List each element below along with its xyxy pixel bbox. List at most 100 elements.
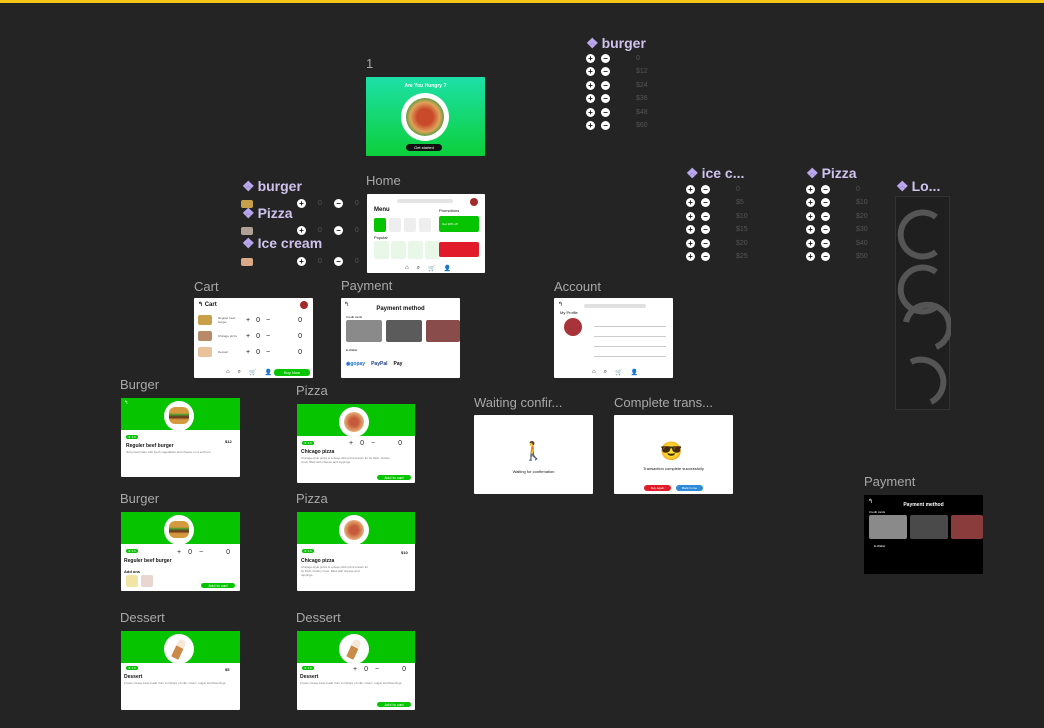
minus-icon[interactable]: − bbox=[601, 54, 610, 63]
minus-button[interactable]: − bbox=[199, 549, 203, 556]
plus-icon[interactable]: + bbox=[686, 238, 695, 248]
gopay-logo[interactable]: ◉gopay bbox=[346, 361, 365, 367]
field-line[interactable] bbox=[594, 326, 666, 327]
profile-icon[interactable]: 👤 bbox=[264, 369, 271, 376]
plus-button[interactable]: + bbox=[177, 549, 181, 556]
add-to-cart-button[interactable]: Add to cart bbox=[201, 583, 235, 588]
waiting-confirmation-screen[interactable]: 🚶 Waiting for confirmation bbox=[474, 415, 593, 494]
applepay-logo[interactable]: Pay bbox=[394, 361, 403, 367]
payment-dark-screen[interactable]: ↰ Payment method Credit cards E-Wallet bbox=[864, 495, 983, 574]
component-label-burger-left[interactable]: ❖ burger bbox=[242, 178, 302, 195]
burger-detail-screen-2[interactable]: ★ 4.5 +0−0 Reguler beef burger Add ons A… bbox=[121, 512, 240, 591]
minus-button[interactable]: − bbox=[266, 317, 270, 324]
cart-icon[interactable]: 🛒 bbox=[615, 369, 622, 376]
credit-card[interactable] bbox=[426, 320, 460, 342]
minus-icon[interactable]: − bbox=[333, 199, 343, 208]
frame-label-payment[interactable]: Payment bbox=[341, 278, 392, 293]
plus-button[interactable]: + bbox=[246, 349, 250, 356]
add-to-cart-button[interactable]: Add to cart bbox=[377, 702, 411, 707]
category-pizza[interactable] bbox=[389, 218, 401, 232]
search-bar[interactable] bbox=[397, 199, 453, 203]
payment-screen[interactable]: ↰ Payment method Credit cards E-Wallet ◉… bbox=[341, 298, 460, 378]
minus-button[interactable]: − bbox=[371, 440, 375, 447]
search-icon[interactable]: ⌕ bbox=[238, 369, 241, 376]
credit-card[interactable] bbox=[869, 515, 907, 539]
minus-button[interactable]: − bbox=[266, 333, 270, 340]
field-line[interactable] bbox=[594, 356, 666, 357]
credit-card[interactable] bbox=[386, 320, 422, 342]
profile-icon[interactable]: 👤 bbox=[443, 265, 450, 272]
minus-icon[interactable]: − bbox=[701, 185, 710, 194]
cart-icon[interactable]: 🛒 bbox=[249, 369, 256, 376]
plus-button[interactable]: + bbox=[349, 440, 353, 447]
minus-button[interactable]: − bbox=[266, 349, 270, 356]
minus-icon[interactable]: − bbox=[601, 121, 610, 130]
plus-button[interactable]: + bbox=[246, 333, 250, 340]
frame-label-1[interactable]: 1 bbox=[366, 56, 373, 71]
back-icon[interactable]: ↰ bbox=[558, 301, 563, 308]
cart-icon[interactable]: 🛒 bbox=[428, 265, 435, 272]
plus-icon[interactable]: + bbox=[297, 199, 306, 208]
credit-card[interactable] bbox=[346, 320, 382, 342]
pizza-detail-screen[interactable]: ★ 4.5 +0−0 Chicago pizza Chicago-style p… bbox=[297, 404, 415, 483]
credit-card[interactable] bbox=[910, 515, 948, 539]
promo-card-2[interactable] bbox=[439, 242, 479, 257]
frame-label-burger-2[interactable]: Burger bbox=[120, 491, 159, 506]
buy-again-button[interactable]: Buy Again bbox=[644, 485, 671, 491]
buy-now-button[interactable]: Buy Now bbox=[274, 369, 310, 376]
profile-icon[interactable]: 👤 bbox=[630, 369, 637, 376]
frame-label-pizza[interactable]: Pizza bbox=[296, 383, 328, 398]
paypal-logo[interactable]: PayPal bbox=[371, 361, 387, 367]
search-icon[interactable]: ⌕ bbox=[604, 369, 607, 376]
minus-icon[interactable]: − bbox=[701, 225, 710, 235]
account-screen[interactable]: ↰ My Profile ⌂ ⌕ 🛒 👤 bbox=[554, 298, 673, 378]
plus-icon[interactable]: + bbox=[806, 252, 815, 261]
plus-icon[interactable]: + bbox=[686, 225, 695, 235]
plus-icon[interactable]: + bbox=[586, 94, 595, 104]
plus-button[interactable]: + bbox=[353, 666, 357, 673]
profile-avatar[interactable] bbox=[564, 318, 582, 336]
minus-icon[interactable]: − bbox=[601, 94, 610, 104]
frame-label-payment-dark[interactable]: Payment bbox=[864, 474, 915, 489]
search-icon[interactable]: ⌕ bbox=[417, 265, 420, 272]
field-line[interactable] bbox=[594, 336, 666, 337]
plus-icon[interactable]: + bbox=[806, 238, 815, 248]
dessert-detail-screen[interactable]: ★ 4.5 $5 Dessert Frozen sweet treat made… bbox=[121, 631, 240, 710]
plus-icon[interactable]: + bbox=[686, 252, 695, 261]
minus-button[interactable]: − bbox=[375, 666, 379, 673]
field-line[interactable] bbox=[594, 346, 666, 347]
minus-icon[interactable]: − bbox=[333, 226, 343, 235]
minus-icon[interactable]: − bbox=[601, 80, 610, 90]
minus-icon[interactable]: − bbox=[333, 257, 343, 266]
minus-icon[interactable]: − bbox=[821, 211, 830, 221]
popular-item[interactable] bbox=[408, 241, 423, 259]
burger-detail-screen[interactable]: ↰ ★ 4.5 Reguler beef burger $12 Juicy be… bbox=[121, 398, 240, 477]
frame-label-cart[interactable]: Cart bbox=[194, 279, 219, 294]
home-icon[interactable]: ⌂ bbox=[405, 265, 409, 272]
home-screen[interactable]: Menu Promotions Get 30% off Popular ⌂ ⌕ 🛒 👤 bbox=[367, 194, 485, 273]
home-icon[interactable]: ⌂ bbox=[226, 369, 230, 376]
loader-frame[interactable] bbox=[895, 196, 953, 410]
plus-button[interactable]: + bbox=[246, 317, 250, 324]
component-label-icecream[interactable]: ❖ ice c... bbox=[686, 165, 744, 182]
minus-icon[interactable]: − bbox=[821, 185, 830, 194]
plus-icon[interactable]: + bbox=[297, 257, 306, 266]
avatar[interactable] bbox=[470, 198, 478, 206]
dessert-detail-screen-2[interactable]: ★ 4.5 +0−0 Dessert Frozen sweet treat ma… bbox=[297, 631, 415, 710]
minus-icon[interactable]: − bbox=[821, 198, 830, 208]
plus-icon[interactable]: + bbox=[686, 211, 695, 221]
home-icon[interactable]: ⌂ bbox=[592, 369, 596, 376]
category-dessert[interactable] bbox=[404, 218, 416, 232]
plus-icon[interactable]: + bbox=[586, 67, 595, 77]
pizza-detail-screen-2[interactable]: ★ 4.5 $10 Chicago pizza Chicago-style pi… bbox=[297, 512, 415, 591]
back-icon[interactable]: ↰ bbox=[124, 400, 128, 406]
plus-icon[interactable]: + bbox=[806, 211, 815, 221]
frame-label-waiting[interactable]: Waiting confir... bbox=[474, 395, 562, 410]
plus-icon[interactable]: + bbox=[297, 226, 306, 235]
add-on-patty[interactable] bbox=[141, 575, 153, 587]
add-to-cart-button[interactable]: Add to cart bbox=[377, 475, 411, 480]
category-burger[interactable] bbox=[374, 218, 386, 232]
minus-icon[interactable]: − bbox=[821, 238, 830, 248]
minus-icon[interactable]: − bbox=[701, 252, 710, 261]
plus-icon[interactable]: + bbox=[806, 225, 815, 235]
